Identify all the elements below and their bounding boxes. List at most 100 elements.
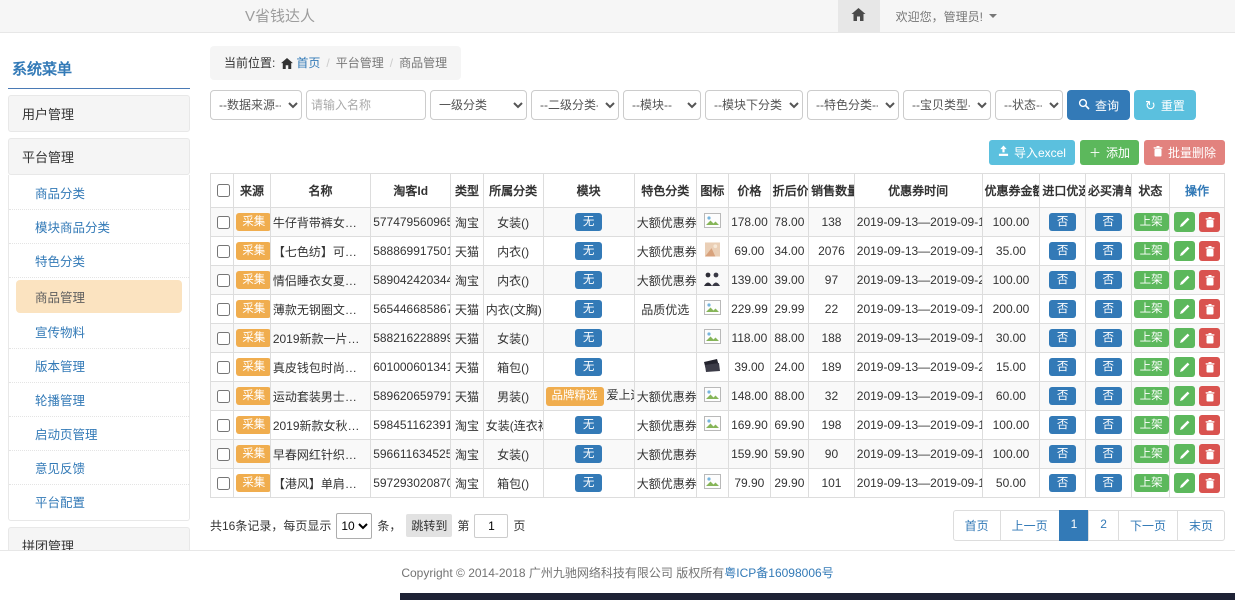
- table-cell: 采集: [234, 266, 271, 295]
- refresh-icon: ↻: [1145, 99, 1156, 112]
- delete-button[interactable]: [1199, 270, 1220, 290]
- taoke-id-cell: 588869917501: [371, 237, 451, 266]
- row-checkbox[interactable]: [217, 303, 230, 316]
- delete-button[interactable]: [1199, 357, 1220, 377]
- row-checkbox[interactable]: [217, 390, 230, 403]
- pager-button[interactable]: 下一页: [1118, 510, 1178, 541]
- status-badge: 上架: [1134, 358, 1169, 377]
- delete-button[interactable]: [1199, 241, 1220, 261]
- edit-button[interactable]: [1174, 212, 1195, 232]
- sidebar-subitem[interactable]: 宣传物料: [9, 315, 189, 349]
- source-badge: 采集: [236, 387, 270, 406]
- edit-button[interactable]: [1174, 357, 1195, 377]
- edit-button[interactable]: [1174, 328, 1195, 348]
- edit-button[interactable]: [1174, 270, 1195, 290]
- actions-cell: [1170, 411, 1225, 440]
- pager-button[interactable]: 首页: [953, 510, 1001, 541]
- table-row: 采集情侣睡衣女夏丝绸男士...589042420344淘宝内衣()无大额优惠券1…: [211, 266, 1225, 295]
- delete-button[interactable]: [1199, 473, 1220, 493]
- filter-select[interactable]: --二级分类--: [531, 90, 619, 120]
- sidebar-group[interactable]: 平台管理: [8, 138, 190, 175]
- product-name-cell: 【七色纺】可爱纯棉家...: [270, 237, 370, 266]
- row-checkbox[interactable]: [217, 419, 230, 432]
- import-excel-button[interactable]: 导入excel: [989, 140, 1075, 165]
- sidebar-subitem[interactable]: 模块商品分类: [9, 210, 189, 244]
- jump-button[interactable]: 跳转到: [406, 514, 452, 537]
- sidebar-subitem[interactable]: 特色分类: [9, 244, 189, 278]
- table-cell: 否: [1040, 266, 1086, 295]
- delete-button[interactable]: [1199, 299, 1220, 319]
- reset-button[interactable]: ↻ 重置: [1134, 90, 1196, 120]
- category-cell: 箱包(): [483, 469, 543, 498]
- add-button[interactable]: ＋ 添加: [1080, 140, 1139, 165]
- pager-button[interactable]: 末页: [1177, 510, 1225, 541]
- edit-button[interactable]: [1174, 241, 1195, 261]
- main-content: 当前位置:首页/平台管理/商品管理 --数据来源--一级分类--二级分类----…: [210, 33, 1225, 541]
- sidebar-subitem[interactable]: 启动页管理: [9, 417, 189, 451]
- pager-button[interactable]: 上一页: [1000, 510, 1060, 541]
- filter-select[interactable]: 一级分类: [430, 90, 527, 120]
- source-badge: 采集: [236, 213, 270, 232]
- sidebar-subitem[interactable]: 商品分类: [9, 176, 189, 210]
- sidebar-subitem[interactable]: 轮播管理: [9, 383, 189, 417]
- row-checkbox[interactable]: [217, 245, 230, 258]
- row-checkbox[interactable]: [217, 448, 230, 461]
- row-checkbox[interactable]: [217, 332, 230, 345]
- module-cell: 无: [543, 324, 634, 353]
- sidebar-subitem[interactable]: 平台配置: [9, 485, 189, 518]
- edit-button[interactable]: [1174, 444, 1195, 464]
- filter-select[interactable]: --特色分类--: [807, 90, 899, 120]
- search-button-label: 查询: [1095, 97, 1119, 114]
- filter-select[interactable]: --模块--: [623, 90, 701, 120]
- price-cell: 178.00: [729, 208, 771, 237]
- delete-button[interactable]: [1199, 328, 1220, 348]
- filter-select[interactable]: --模块下分类--: [705, 90, 803, 120]
- filter-select[interactable]: --宝贝类型--: [903, 90, 991, 120]
- sidebar-subitem[interactable]: 版本管理: [9, 349, 189, 383]
- sidebar-group[interactable]: 用户管理: [8, 95, 190, 132]
- edit-button[interactable]: [1174, 473, 1195, 493]
- navbar-home-button[interactable]: [838, 0, 880, 32]
- search-button[interactable]: 查询: [1067, 90, 1130, 120]
- pager-button[interactable]: 2: [1088, 510, 1119, 541]
- row-checkbox[interactable]: [217, 216, 230, 229]
- user-menu[interactable]: 欢迎您，管理员!: [880, 0, 1235, 32]
- breadcrumb-home-link[interactable]: 首页: [296, 56, 320, 70]
- coupon-amount-cell: 50.00: [982, 469, 1040, 498]
- page-size-select[interactable]: 10: [336, 513, 372, 539]
- edit-button[interactable]: [1174, 299, 1195, 319]
- delete-button[interactable]: [1199, 415, 1220, 435]
- filter-name-input[interactable]: [306, 90, 426, 120]
- breadcrumb-level2: 商品管理: [399, 56, 447, 70]
- delete-button[interactable]: [1199, 444, 1220, 464]
- feature-cell: 大额优惠券: [634, 411, 696, 440]
- table-cell: 否: [1040, 324, 1086, 353]
- table-cell: 采集: [234, 469, 271, 498]
- discount-price-cell: 29.99: [770, 295, 809, 324]
- jump-page-input[interactable]: [474, 514, 508, 538]
- filter-select[interactable]: --数据来源--: [210, 90, 302, 120]
- edit-button[interactable]: [1174, 415, 1195, 435]
- row-checkbox[interactable]: [217, 361, 230, 374]
- sidebar-subitem[interactable]: 商品管理: [16, 280, 182, 313]
- module-badge: 无: [575, 445, 603, 464]
- product-name-cell: 情侣睡衣女夏丝绸男士...: [270, 266, 370, 295]
- sidebar-subitem[interactable]: 意见反馈: [9, 451, 189, 485]
- edit-button[interactable]: [1174, 386, 1195, 406]
- filter-select[interactable]: --状态--: [995, 90, 1063, 120]
- actions-cell: [1170, 295, 1225, 324]
- pager-button[interactable]: 1: [1059, 510, 1090, 541]
- status-badge: 上架: [1134, 213, 1169, 232]
- batch-delete-button[interactable]: 批量删除: [1144, 140, 1225, 165]
- delete-button[interactable]: [1199, 386, 1220, 406]
- row-checkbox[interactable]: [217, 274, 230, 287]
- table-cell: 上架: [1131, 237, 1170, 266]
- actions-cell: [1170, 324, 1225, 353]
- reset-button-label: 重置: [1161, 97, 1185, 114]
- delete-button[interactable]: [1199, 212, 1220, 232]
- icp-link[interactable]: 粤ICP备16098006号: [724, 566, 833, 580]
- coupon-amount-cell: 15.00: [982, 353, 1040, 382]
- row-checkbox[interactable]: [217, 477, 230, 490]
- select-all-checkbox[interactable]: [217, 184, 230, 197]
- table-cell: [211, 411, 234, 440]
